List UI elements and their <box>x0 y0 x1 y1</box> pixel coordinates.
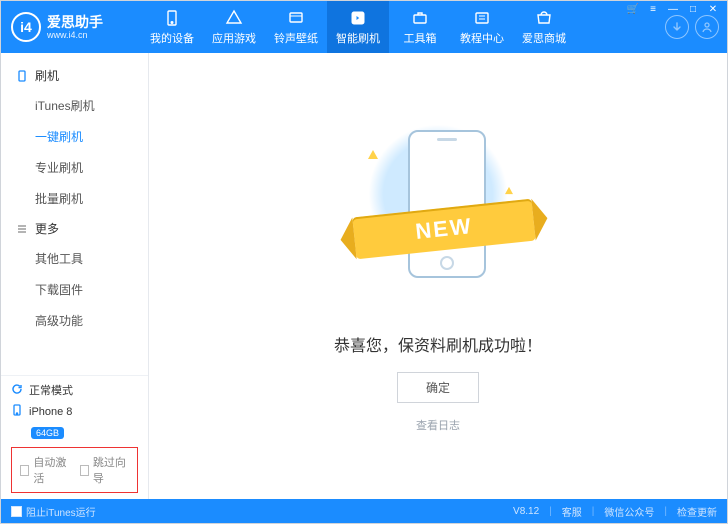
nav-label: 铃声壁纸 <box>274 30 318 46</box>
ok-button[interactable]: 确定 <box>397 372 479 403</box>
nav-label: 智能刷机 <box>336 30 380 46</box>
refresh-icon <box>11 383 23 398</box>
sidebar: 刷机 iTunes刷机一键刷机专业刷机批量刷机更多其他工具下载固件高级功能 正常模… <box>1 53 149 499</box>
group-title: 刷机 <box>35 67 59 84</box>
wechat-link[interactable]: 微信公众号 <box>604 504 654 519</box>
device-icon <box>163 9 181 27</box>
nav-label: 应用游戏 <box>212 30 256 46</box>
check-update-link[interactable]: 检查更新 <box>677 504 717 519</box>
cart-icon[interactable]: 🛒 <box>626 4 640 15</box>
check-label: 阻止iTunes运行 <box>26 504 96 519</box>
check-block-itunes[interactable]: 阻止iTunes运行 <box>11 504 96 519</box>
maximize-icon[interactable]: □ <box>686 4 700 15</box>
checkbox-icon <box>80 465 89 476</box>
logo-badge-icon: i4 <box>11 12 41 42</box>
device-capacity-badge: 64GB <box>31 427 64 439</box>
sidebar-item-pro[interactable]: 专业刷机 <box>1 152 148 183</box>
brand-site: www.i4.cn <box>47 31 103 40</box>
nav-label: 教程中心 <box>460 30 504 46</box>
close-icon[interactable]: ✕ <box>706 4 720 15</box>
device-mode[interactable]: 正常模式 <box>11 382 138 398</box>
sidebar-item-onekey[interactable]: 一键刷机 <box>1 121 148 152</box>
group-title: 更多 <box>35 220 59 237</box>
version-label: V8.12 <box>513 506 539 517</box>
checkbox-icon <box>11 506 22 517</box>
ringtone-icon <box>287 9 305 27</box>
phone-illustration-icon <box>408 130 486 278</box>
store-icon <box>535 9 553 27</box>
success-illustration: NEW <box>328 130 548 310</box>
menu-icon[interactable]: ≡ <box>646 4 660 15</box>
nav-games[interactable]: 应用游戏 <box>203 1 265 53</box>
toolbox-icon <box>411 9 429 27</box>
nav-ringtone[interactable]: 铃声壁纸 <box>265 1 327 53</box>
device-name: iPhone 8 <box>29 406 72 418</box>
nav-toolbox[interactable]: 工具箱 <box>389 1 451 53</box>
brand-name: 爱思助手 <box>47 15 103 29</box>
sidebar-group-0: 刷机 <box>1 61 148 90</box>
device-mode-label: 正常模式 <box>29 382 73 398</box>
main-content: NEW 恭喜您，保资料刷机成功啦！ 确定 查看日志 <box>149 53 727 499</box>
phone-icon <box>15 69 29 83</box>
tutorial-icon <box>473 9 491 27</box>
flash-icon <box>349 9 367 27</box>
success-message: 恭喜您，保资料刷机成功啦！ <box>334 332 542 356</box>
sidebar-item-adv[interactable]: 高级功能 <box>1 305 148 336</box>
nav-store[interactable]: 爱思商城 <box>513 1 575 53</box>
brand-logo: i4 爱思助手 www.i4.cn <box>1 12 141 42</box>
sidebar-item-fw[interactable]: 下载固件 <box>1 274 148 305</box>
check-skip-wizard[interactable]: 跳过向导 <box>80 454 130 486</box>
connected-device[interactable]: iPhone 8 <box>11 404 138 419</box>
nav-flash[interactable]: 智能刷机 <box>327 1 389 53</box>
view-log-link[interactable]: 查看日志 <box>416 417 460 433</box>
window-controls: 🛒 ≡ — □ ✕ <box>626 4 720 15</box>
nav-label: 我的设备 <box>150 30 194 46</box>
check-label: 自动激活 <box>33 454 69 486</box>
option-checks: 自动激活 跳过向导 <box>11 447 138 493</box>
nav-label: 爱思商城 <box>522 30 566 46</box>
top-nav: 我的设备 应用游戏 铃声壁纸 智能刷机 工具箱 教程中心 爱思商城 <box>141 1 665 53</box>
check-label: 跳过向导 <box>93 454 129 486</box>
sidebar-group-1: 更多 <box>1 214 148 243</box>
header-right <box>665 15 727 39</box>
checkbox-icon <box>20 465 29 476</box>
games-icon <box>225 9 243 27</box>
app-header: i4 爱思助手 www.i4.cn 我的设备 应用游戏 铃声壁纸 智能刷机 工具箱 教程中… <box>1 1 727 53</box>
status-bar: 阻止iTunes运行 V8.12 | 客服 | 微信公众号 | 检查更新 <box>1 499 727 523</box>
minimize-icon[interactable]: — <box>666 4 680 15</box>
nav-device[interactable]: 我的设备 <box>141 1 203 53</box>
account-button[interactable] <box>695 15 719 39</box>
download-button[interactable] <box>665 15 689 39</box>
nav-label: 工具箱 <box>404 30 437 46</box>
phone-icon <box>11 404 23 419</box>
nav-tutorial[interactable]: 教程中心 <box>451 1 513 53</box>
check-auto-activate[interactable]: 自动激活 <box>20 454 70 486</box>
sidebar-item-batch[interactable]: 批量刷机 <box>1 183 148 214</box>
support-link[interactable]: 客服 <box>562 504 582 519</box>
list-icon <box>15 222 29 236</box>
sidebar-item-other[interactable]: 其他工具 <box>1 243 148 274</box>
sidebar-item-itunes[interactable]: iTunes刷机 <box>1 90 148 121</box>
